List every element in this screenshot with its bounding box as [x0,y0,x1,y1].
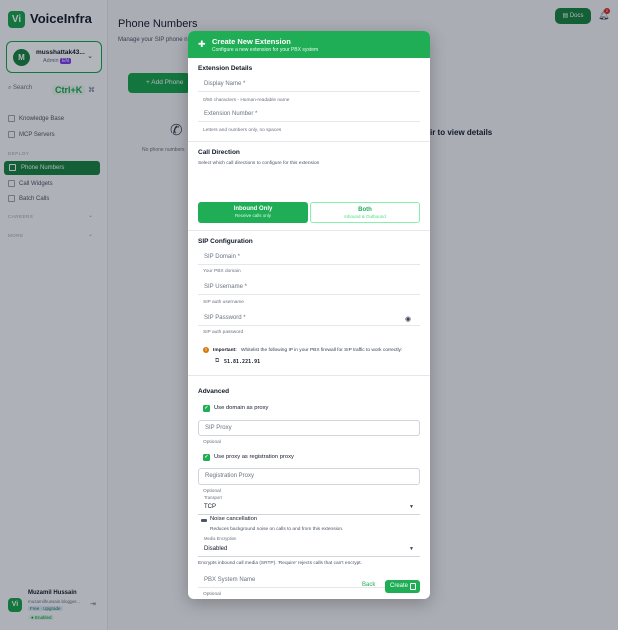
sip-password-field[interactable]: SIP Password * [198,311,420,326]
registration-proxy-help: Optional [203,489,221,494]
sip-proxy-help: Optional [203,440,221,445]
caret-down-icon: ▼ [409,504,414,510]
save-icon [410,583,416,590]
use-registration-proxy-label: Use proxy as registration proxy [214,454,294,460]
divider [188,375,430,376]
registration-proxy-input[interactable]: Registration Proxy [198,468,420,485]
important-text: Whitelist the following IP in your PBX f… [241,348,403,353]
whitelist-ip: 51.81.221.91 [224,359,261,365]
display-name-field[interactable]: Display Name * [198,77,420,92]
call-direction-desc: Select which call directions to configur… [198,161,320,166]
transport-value: TCP [204,504,216,510]
noise-cancellation-desc: Reduces background noise on calls to and… [210,527,344,532]
sip-domain-help: Your PBX domain [203,269,241,274]
modal-body: Extension Details Display Name * 0/50 ch… [188,58,430,597]
sip-password-help: SIP auth password [203,330,244,335]
media-encryption-value: Disabled [204,546,228,552]
section-sip-config: SIP Configuration [198,238,253,245]
transport-select[interactable]: TCP ▼ [198,500,420,515]
extension-number-field[interactable]: Extension Number * [198,107,420,122]
use-domain-proxy-label: Use domain as proxy [214,405,269,411]
caret-down-icon: ▼ [409,546,414,552]
warning-icon: ! [203,347,209,353]
noise-cancellation-label: Noise cancellation [210,516,258,522]
create-button[interactable]: Create [385,580,420,593]
use-registration-proxy-checkbox[interactable]: ✓ [203,454,210,461]
puzzle-icon: ✚ [198,39,206,49]
media-encryption-label: Media Encryption [204,536,237,541]
use-domain-proxy-checkbox[interactable]: ✓ [203,405,210,412]
copy-icon[interactable]: ⧉ [215,358,219,365]
back-button[interactable]: Back [362,582,375,588]
section-advanced: Advanced [198,388,230,395]
section-call-direction: Call Direction [198,149,240,156]
option-sub: Receive calls only [234,213,271,218]
display-name-help: 0/50 characters - Human-readable name [203,98,290,103]
create-extension-modal: ✚ Create New Extension Configure a new e… [188,31,430,599]
divider [188,141,430,142]
both-directions-option[interactable]: Both Inbound & Outbound [310,202,420,223]
sip-username-field[interactable]: SIP Username * [198,280,420,295]
sip-username-help: SIP auth username [203,300,244,305]
option-label: Both [358,207,372,213]
extension-number-help: Letters and numbers only, no spaces [203,128,282,133]
section-extension-details: Extension Details [198,65,253,72]
modal-footer: Back Create [188,578,430,599]
modal-header: ✚ Create New Extension Configure a new e… [188,31,430,58]
create-label: Create [390,583,409,589]
divider [188,230,430,231]
option-sub: Inbound & Outbound [344,214,386,219]
media-encryption-desc: Encrypts inbound call media (SRTP). 'Req… [198,561,362,566]
media-encryption-select[interactable]: Disabled ▼ [198,542,420,557]
option-label: Inbound Only [233,206,273,212]
modal-subtitle: Configure a new extension for your PBX s… [212,47,319,53]
important-label: Important: [213,348,237,353]
noise-cancellation-toggle[interactable] [201,519,207,522]
sip-proxy-input[interactable]: SIP Proxy [198,420,420,436]
eye-icon[interactable]: ◉ [405,315,411,323]
sip-domain-field[interactable]: SIP Domain * [198,250,420,265]
modal-title: Create New Extension [212,37,291,46]
inbound-only-option[interactable]: Inbound Only Receive calls only [198,202,308,223]
